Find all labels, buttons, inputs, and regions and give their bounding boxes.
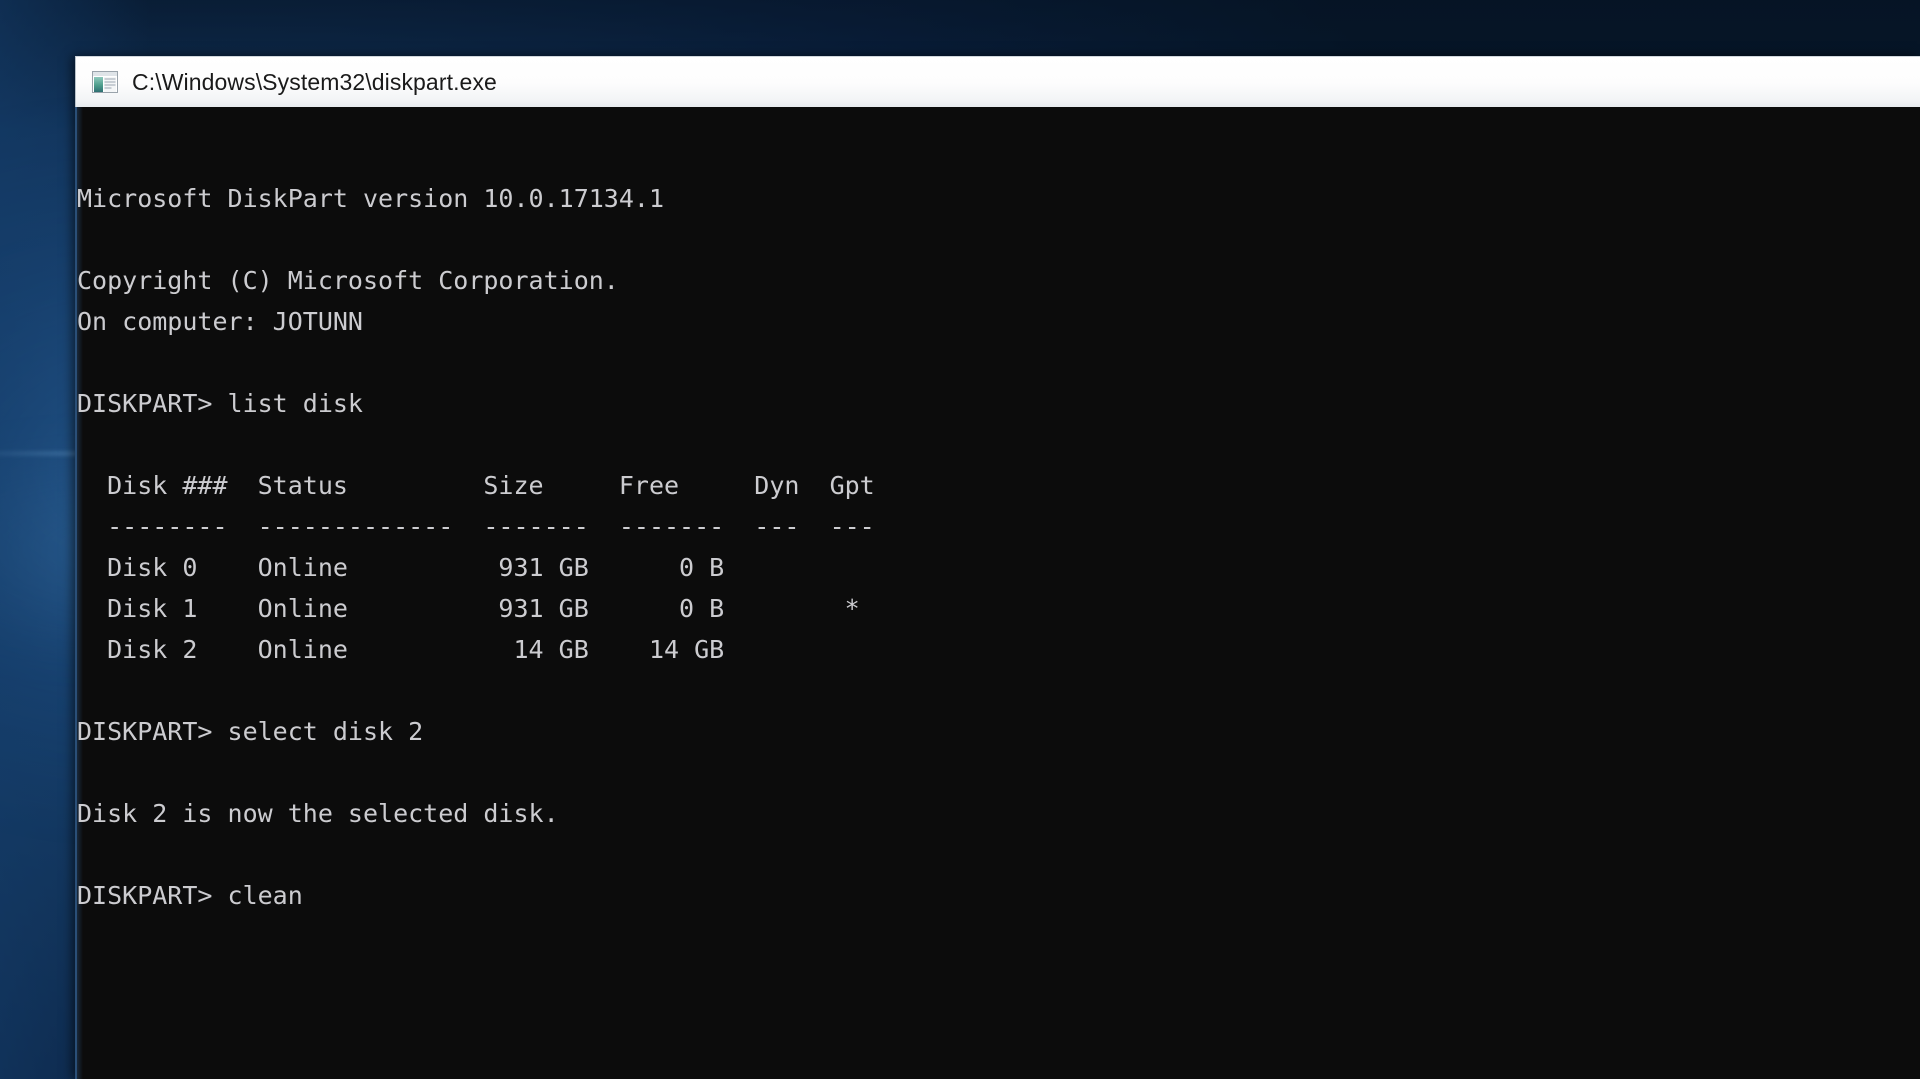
diskpart-console-window[interactable]: C:\Windows\System32\diskpart.exe Microso… — [75, 56, 1920, 1079]
console-line: Disk 2 Online 14 GB 14 GB — [77, 635, 725, 664]
window-title-text: C:\Windows\System32\diskpart.exe — [132, 68, 497, 95]
window-titlebar[interactable]: C:\Windows\System32\diskpart.exe — [75, 56, 1920, 107]
console-line: DISKPART> select disk 2 — [77, 717, 424, 746]
console-text-buffer: Microsoft DiskPart version 10.0.17134.1 … — [77, 137, 1920, 916]
console-line: Copyright (C) Microsoft Corporation. — [77, 266, 619, 295]
console-line: Disk 0 Online 931 GB 0 B — [77, 553, 725, 582]
console-line: Disk ### Status Size Free Dyn Gpt — [77, 471, 875, 500]
console-line: -------- ------------- ------- ------- -… — [77, 512, 875, 541]
console-line: DISKPART> list disk — [77, 389, 363, 418]
console-line: Microsoft DiskPart version 10.0.17134.1 — [77, 184, 664, 213]
console-line: DISKPART> clean — [77, 881, 303, 910]
console-line: Disk 1 Online 931 GB 0 B * — [77, 594, 860, 623]
console-line: On computer: JOTUNN — [77, 307, 363, 336]
console-window-icon — [92, 71, 118, 93]
console-line: Disk 2 is now the selected disk. — [77, 799, 559, 828]
console-output-area[interactable]: Microsoft DiskPart version 10.0.17134.1 … — [75, 107, 1920, 1079]
